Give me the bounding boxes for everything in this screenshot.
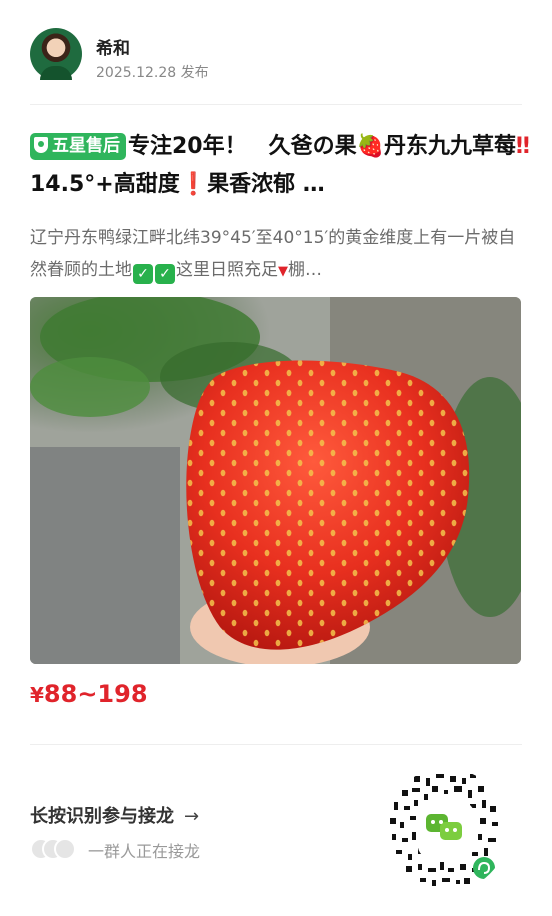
check-icon: ✓ [133,264,153,284]
product-photo[interactable] [30,297,521,664]
title-text-4: 果香浓郁 … [207,172,325,197]
shield-icon [34,137,48,153]
strawberry-image [30,297,521,664]
title-text-2: 丹东九九草莓 [384,134,517,159]
arrow-right-icon: → [184,806,200,827]
cta-label: 长按识别参与接龙 [30,806,174,827]
desc-text-3: 棚… [288,260,322,280]
post-title[interactable]: 五星售后 专注20年！ 久爸の果🍓丹东九九草莓‼ 14.5°+高甜度❗果香浓郁 … [30,128,530,204]
desc-text-2: 这里日照充足 [176,260,278,280]
title-text-1: 专注20年！ 久爸の果 [128,134,357,159]
price: ¥88~198 [30,680,148,708]
mini-program-icon [473,857,495,879]
double-exclamation-emoji: ‼ [516,134,530,159]
post-date: 2025.12.28 发布 [96,65,209,81]
red-triangle-emoji: ▼ [278,264,288,279]
five-star-service-badge: 五星售后 [30,133,126,160]
participant-avatars [30,838,82,860]
join-chain-link[interactable]: 长按识别参与接龙 → [30,802,199,828]
participants-text: 一群人正在接龙 [88,842,201,861]
avatar[interactable] [30,28,82,80]
divider [30,744,522,745]
currency-symbol: ¥ [30,683,44,707]
post-description[interactable]: 辽宁丹东鸭绿江畔北纬39°45′至40°15′的黄金维度上有一片被自然眷顾的土地… [30,222,526,288]
post-header: 希和 2025.12.28 发布 [30,28,522,84]
mini-program-qr-code[interactable] [384,768,508,892]
title-text-3: 14.5°+高甜度 [30,172,180,197]
author-name[interactable]: 希和 [96,34,130,59]
price-range: 88~198 [43,680,148,708]
exclamation-emoji: ❗ [179,172,208,197]
qr-code [390,774,498,886]
strawberry-emoji: 🍓 [356,134,385,159]
badge-label: 五星售后 [52,136,120,156]
check-icon: ✓ [155,264,175,284]
divider [30,104,522,105]
participant-avatar [54,838,76,860]
